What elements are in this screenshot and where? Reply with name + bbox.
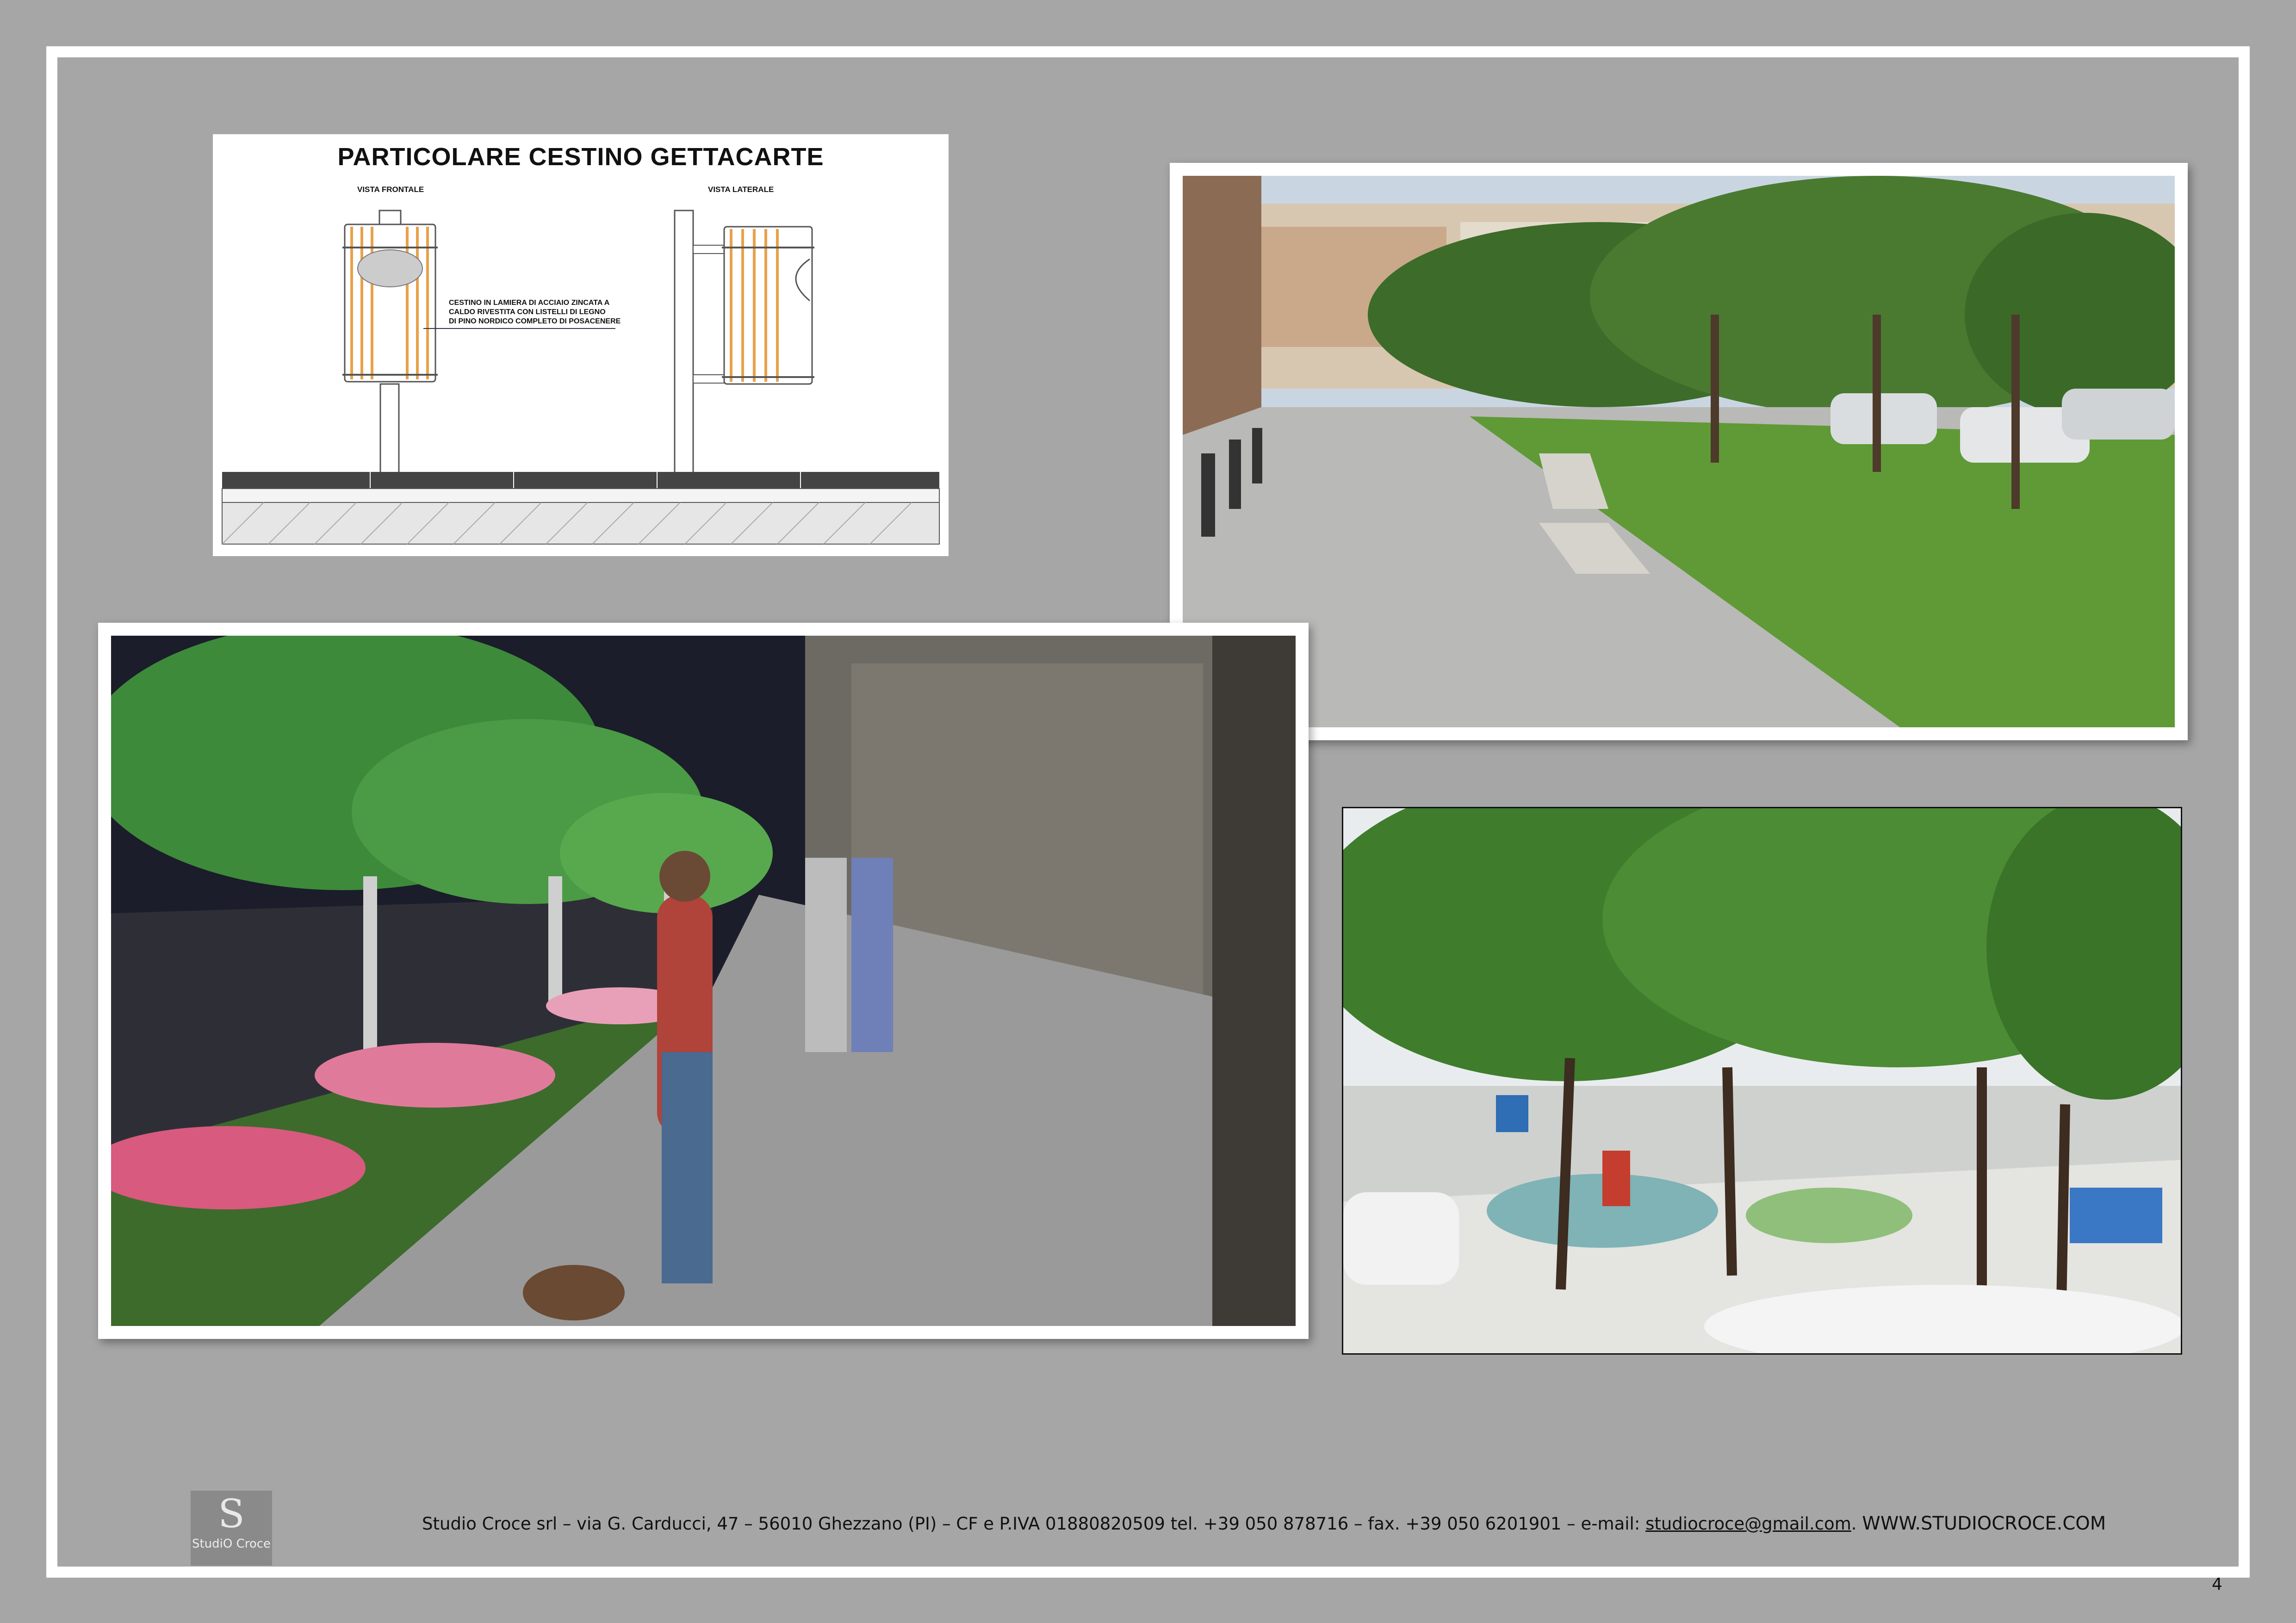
night-promenade-image <box>111 636 1296 1326</box>
logo-mark: S <box>218 1491 245 1536</box>
studio-croce-logo: S StudiO Croce <box>191 1491 272 1566</box>
night-rendering <box>98 623 1309 1339</box>
footer-address: Studio Croce srl – via G. Carducci, 47 –… <box>422 1514 1646 1534</box>
footer-website: WWW.STUDIOCROCE.COM <box>1862 1513 2106 1534</box>
street-photo-top <box>1170 163 2188 740</box>
street-photo-benches-image <box>1183 176 2175 727</box>
footer-email-link[interactable]: studiocroce@gmail.com <box>1645 1514 1851 1534</box>
drawing-lines <box>222 210 940 545</box>
street-photo-playground-image <box>1343 808 2181 1353</box>
footer-separator: . <box>1851 1514 1862 1534</box>
bin-technical-drawing: PARTICOLARE CESTINO GETTACARTE VISTA FRO… <box>213 134 949 556</box>
page-number: 4 <box>2212 1575 2222 1594</box>
footer-contact: Studio Croce srl – via G. Carducci, 47 –… <box>422 1513 2227 1534</box>
logo-name: StudiO Croce <box>192 1537 271 1551</box>
street-photo-bottom <box>1342 807 2182 1355</box>
